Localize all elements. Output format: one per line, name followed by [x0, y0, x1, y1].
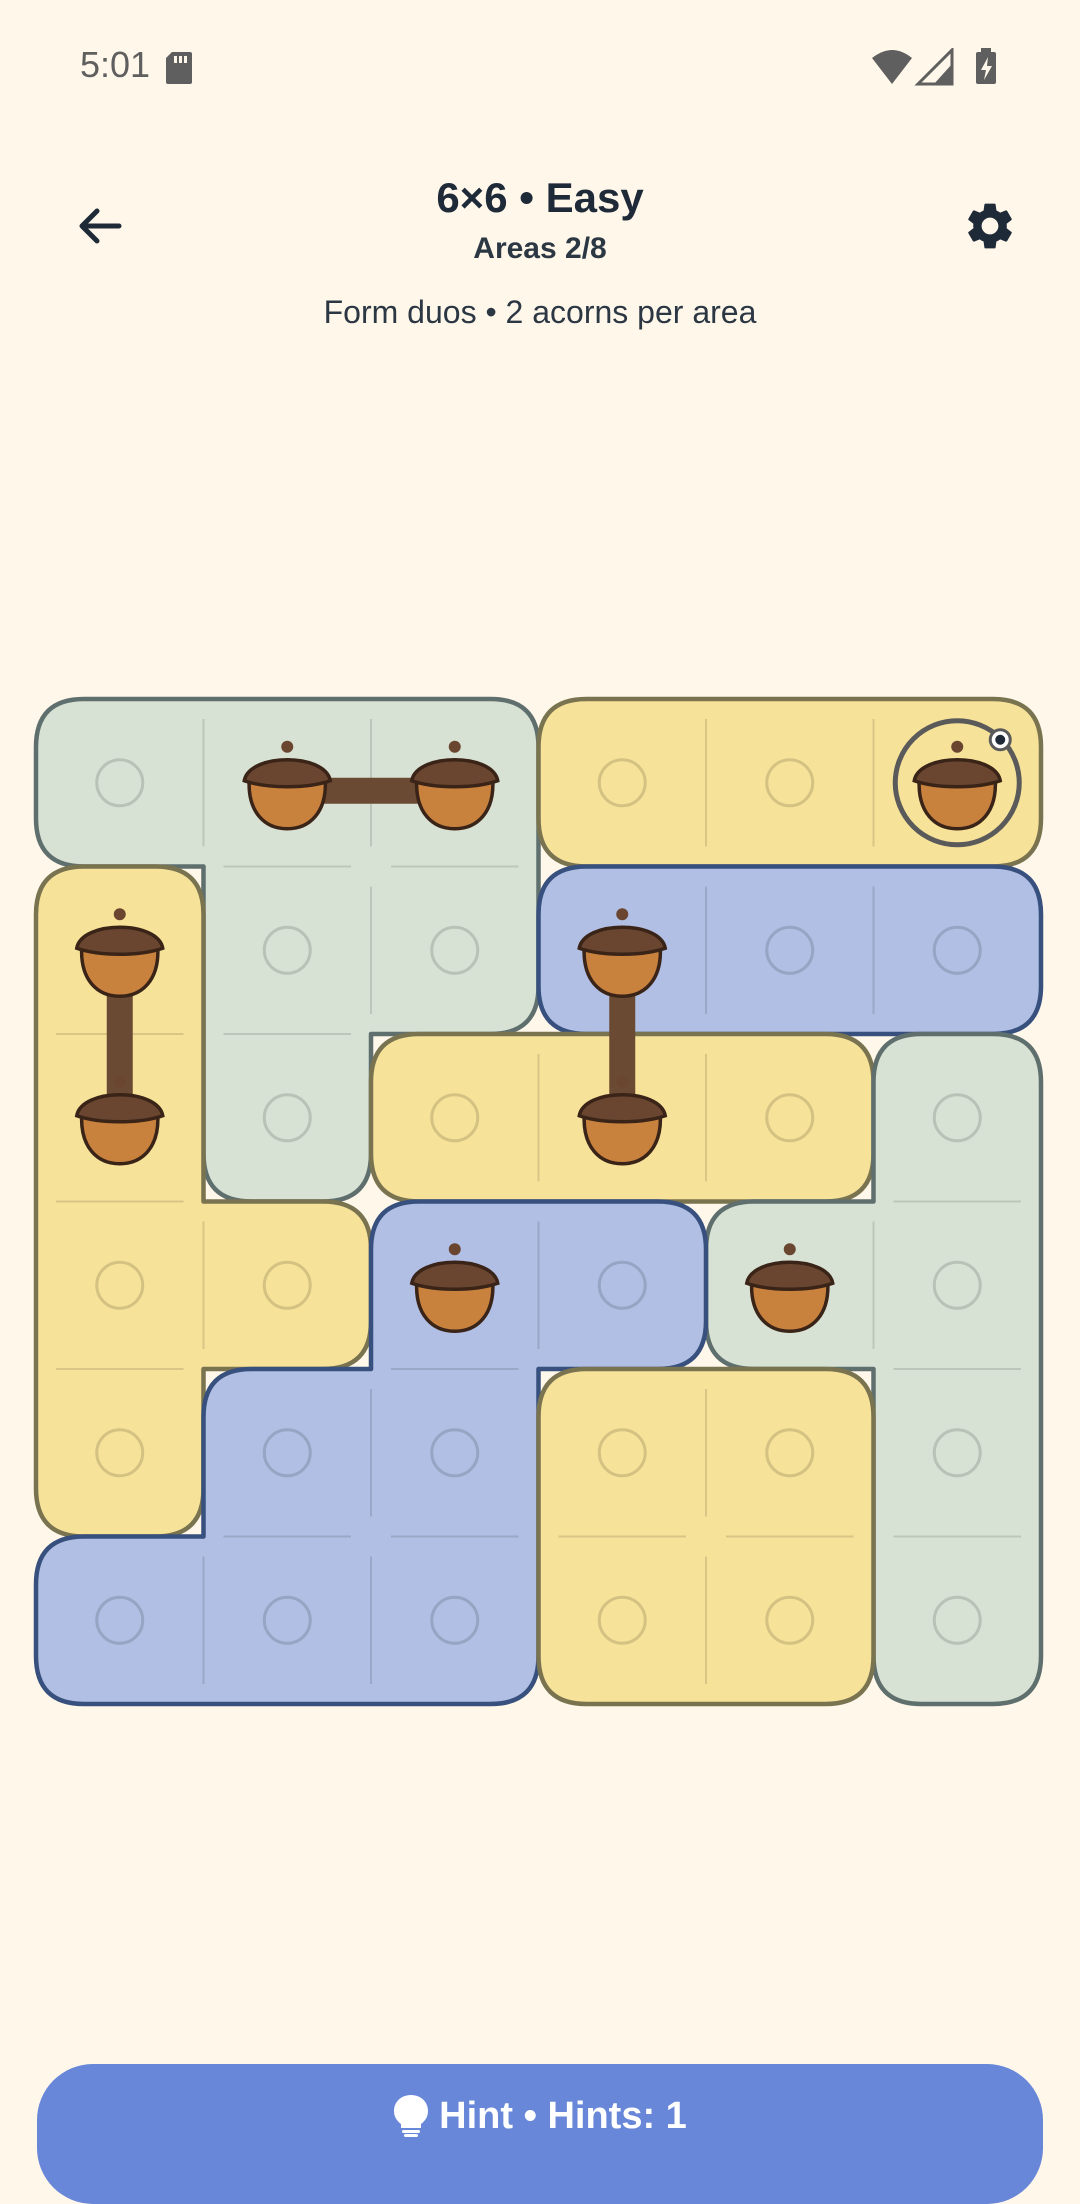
hint-button-label: Hint • Hints: 1 — [439, 2094, 687, 2137]
lightbulb-icon — [394, 2095, 429, 2137]
acorn-part — [113, 1075, 126, 1088]
acorn-part — [616, 1075, 629, 1088]
acorn-part — [616, 908, 629, 921]
selection-badge-dot — [995, 734, 1006, 745]
acorn-part — [113, 908, 126, 921]
hint-button[interactable]: Hint • Hints: 1 — [37, 2064, 1043, 2204]
acorn-part — [448, 1243, 461, 1256]
acorn-part — [448, 740, 461, 753]
acorn-part — [783, 1243, 796, 1256]
acorn-part — [951, 740, 964, 753]
puzzle-board — [33, 696, 1044, 1707]
acorn-part — [281, 740, 294, 753]
